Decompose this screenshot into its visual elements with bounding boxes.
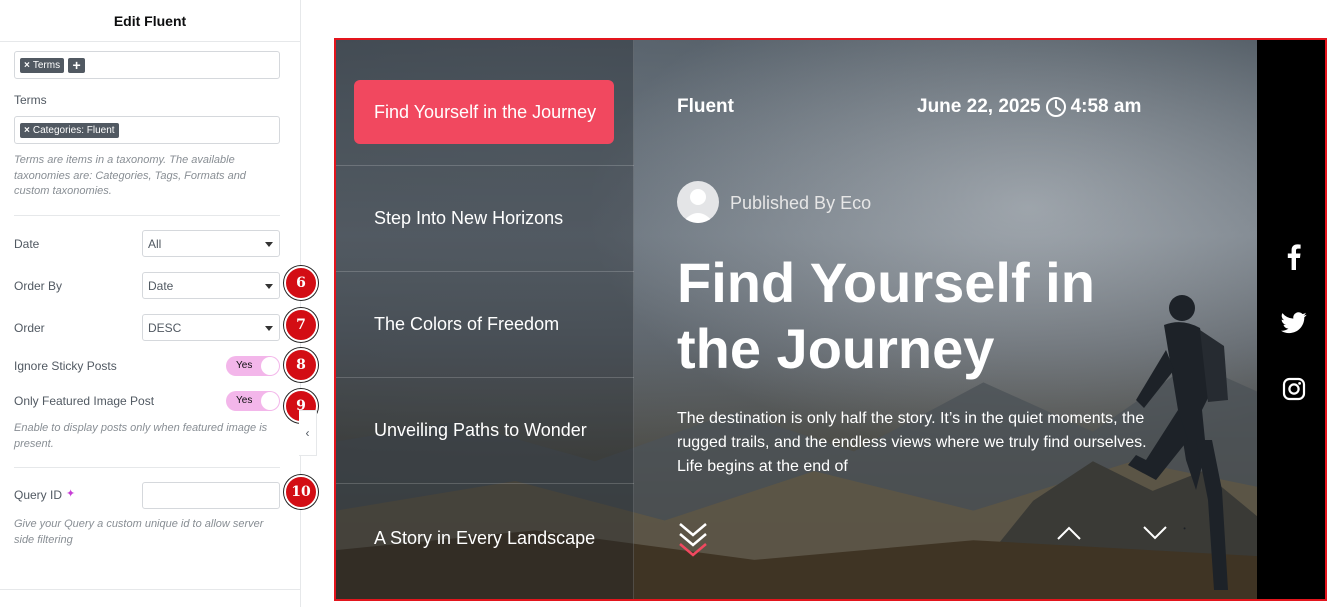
nav-item-label: Find Yourself in the Journey	[374, 102, 597, 122]
terms-label: Terms	[14, 93, 47, 107]
author-name: Published By Eco	[730, 193, 872, 213]
category-tag-label: Categories: Fluent	[32, 124, 115, 136]
remove-tag-icon[interactable]: ×	[24, 60, 30, 71]
facebook-icon[interactable]	[1281, 244, 1307, 270]
chevron-up-icon[interactable]	[1056, 525, 1082, 541]
chevron-down-icon	[265, 242, 273, 247]
post-excerpt: The destination is only half the story. …	[677, 410, 1147, 475]
divider	[14, 215, 280, 216]
order-by-select[interactable]: Date	[142, 272, 280, 299]
site-title: Fluent	[677, 96, 734, 117]
post-datetime: June 22, 2025 4:58 am	[917, 96, 1141, 118]
chevron-down-icon[interactable]	[1142, 525, 1168, 541]
date-select[interactable]: All	[142, 230, 280, 257]
ignore-sticky-toggle[interactable]: Yes	[226, 356, 280, 376]
terms-select[interactable]: × Categories: Fluent	[14, 116, 280, 144]
add-tag-button[interactable]: +	[68, 57, 86, 73]
order-value: DESC	[148, 320, 182, 335]
toggle-label: Yes	[236, 360, 253, 371]
clock-icon	[1045, 97, 1066, 117]
post-time: 4:58 am	[1070, 96, 1142, 117]
post-date: June 22, 2025	[917, 96, 1041, 117]
nav-item-label: A Story in Every Landscape	[374, 528, 596, 548]
step-badge: 7	[284, 308, 318, 342]
editor-panel: Edit Fluent × Terms + Terms × Categories: …	[0, 0, 318, 607]
remove-tag-icon[interactable]: ×	[24, 125, 30, 136]
order-select[interactable]: DESC	[142, 314, 280, 341]
nav-item[interactable]: A Story in Every Landscape	[336, 484, 634, 599]
toggle-knob	[261, 392, 279, 410]
nav-item[interactable]: The Colors of Freedom	[336, 272, 634, 378]
date-label: Date	[14, 237, 40, 251]
social-bar	[1257, 40, 1325, 599]
query-id-input[interactable]	[142, 482, 280, 509]
nav-item[interactable]: Step Into New Horizons	[336, 166, 634, 272]
panel-title: Edit Fluent	[113, 12, 187, 29]
chevron-down-icon	[265, 326, 273, 331]
ai-sparkle-icon[interactable]: ✦	[66, 487, 75, 500]
slider-preview: Find Yourself in the Journey Step Into N…	[334, 38, 1327, 601]
step-badge: 10	[284, 475, 318, 509]
nav-item-label: Unveiling Paths to Wonder	[374, 420, 587, 440]
featured-only-toggle[interactable]: Yes	[226, 391, 280, 411]
author-avatar	[677, 181, 719, 223]
query-id-help: Give your Query a custom unique id to al…	[14, 518, 264, 546]
panel-header: Edit Fluent	[0, 0, 300, 42]
terms-help: Terms are items in a taxonomy. The avail…	[14, 154, 246, 197]
nav-item-active[interactable]: Find Yourself in the Journey	[354, 80, 614, 144]
order-by-value: Date	[148, 278, 174, 293]
terms-tag-label: Terms	[32, 59, 61, 71]
query-args-select[interactable]: × Terms +	[14, 51, 280, 79]
terms-tag[interactable]: × Terms	[20, 57, 65, 73]
order-by-label: Order By	[14, 279, 63, 293]
order-label: Order	[14, 321, 45, 335]
nav-item[interactable]: Find Yourself in the Journey	[336, 40, 634, 166]
divider	[14, 467, 280, 468]
nav-item-label: Step Into New Horizons	[374, 208, 564, 228]
toggle-label: Yes	[236, 395, 253, 406]
scroll-down-icon[interactable]	[677, 522, 709, 558]
chevron-down-icon	[265, 284, 273, 289]
query-id-label: Query ID	[14, 488, 63, 502]
date-select-value: All	[148, 236, 162, 251]
post-nav-sidebar: Find Yourself in the Journey Step Into N…	[336, 40, 634, 599]
instagram-icon[interactable]	[1281, 376, 1307, 402]
chevron-left-icon: ‹	[305, 426, 310, 440]
nav-item-label: The Colors of Freedom	[374, 314, 560, 334]
ignore-sticky-label: Ignore Sticky Posts	[14, 359, 117, 373]
twitter-icon[interactable]	[1281, 310, 1307, 336]
collapse-panel-button[interactable]: ‹	[299, 410, 317, 456]
featured-only-label: Only Featured Image Post	[14, 394, 155, 408]
divider	[0, 589, 301, 590]
step-badge: 8	[284, 348, 318, 382]
category-tag[interactable]: × Categories: Fluent	[20, 122, 119, 138]
post-headline[interactable]: Find Yourself in the Journey	[677, 250, 1157, 382]
step-badge: 6	[284, 266, 318, 300]
toggle-knob	[261, 357, 279, 375]
featured-only-help: Enable to display posts only when featur…	[14, 422, 268, 450]
nav-item[interactable]: Unveiling Paths to Wonder	[336, 378, 634, 484]
user-icon	[682, 189, 714, 223]
